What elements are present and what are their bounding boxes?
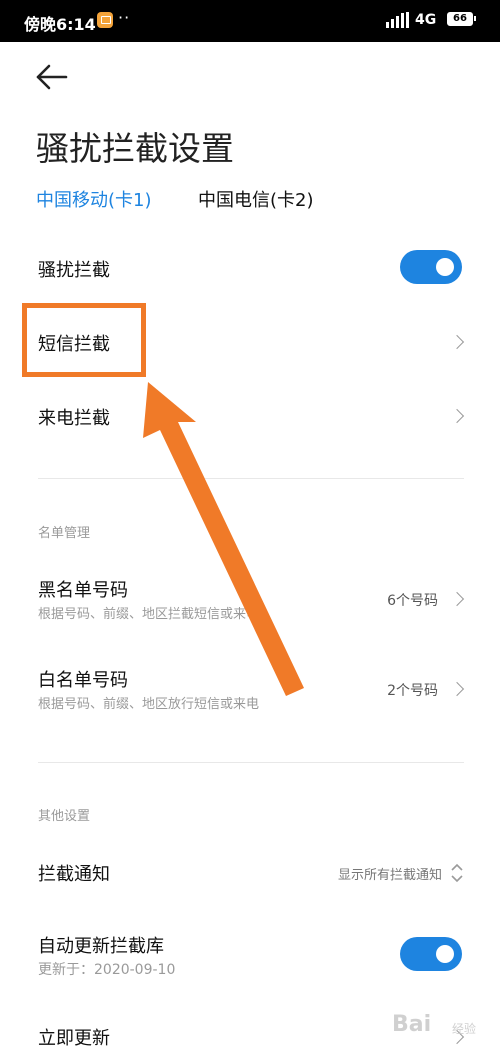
- chevron-right-icon: [449, 408, 465, 424]
- watermark: Bai 经验: [392, 1000, 498, 1050]
- chevron-right-icon: [449, 591, 465, 607]
- notification-dots: ··: [118, 8, 131, 27]
- battery-icon: 66: [447, 12, 476, 26]
- blacklist-count: 6个号码: [387, 593, 438, 609]
- auto-update-label: 自动更新拦截库: [38, 936, 164, 957]
- harass-block-row[interactable]: 骚扰拦截: [0, 244, 500, 290]
- section-title-list-management: 名单管理: [38, 526, 91, 541]
- status-time: 傍晚6:14: [24, 15, 96, 34]
- network-type: 4G: [415, 12, 437, 28]
- auto-update-date: 更新于：2020-09-10: [38, 962, 176, 978]
- blacklist-label: 黑名单号码: [38, 580, 128, 601]
- notification-app-icon: [97, 12, 113, 28]
- arrow-left-icon[interactable]: [34, 62, 70, 92]
- chevron-up-down-icon: [451, 863, 463, 883]
- watermark-logo: Bai: [392, 1012, 432, 1037]
- signal-icon: [386, 12, 409, 28]
- auto-update-toggle[interactable]: [400, 937, 462, 971]
- status-bar: 傍晚6:14 ·· 4G 66: [0, 0, 500, 42]
- highlight-box: [22, 303, 146, 377]
- watermark-sub: 经验: [452, 1022, 477, 1036]
- chevron-right-icon: [449, 334, 465, 350]
- divider: [38, 762, 464, 763]
- auto-update-row[interactable]: 自动更新拦截库 更新于：2020-09-10: [0, 926, 500, 984]
- block-notify-row[interactable]: 拦截通知 显示所有拦截通知: [0, 850, 500, 896]
- call-block-row[interactable]: 来电拦截: [0, 392, 500, 438]
- call-block-label: 来电拦截: [38, 408, 110, 429]
- page-title: 骚扰拦截设置: [36, 129, 234, 168]
- block-notify-value: 显示所有拦截通知: [337, 868, 442, 883]
- chevron-right-icon: [449, 681, 465, 697]
- blacklist-description: 根据号码、前缀、地区拦截短信或来电: [38, 607, 260, 622]
- whitelist-label: 白名单号码: [38, 670, 128, 691]
- update-now-label: 立即更新: [38, 1028, 110, 1049]
- tab-sim1[interactable]: 中国移动(卡1): [36, 186, 152, 212]
- whitelist-description: 根据号码、前缀、地区放行短信或来电: [38, 697, 260, 712]
- section-title-other-settings: 其他设置: [38, 809, 91, 824]
- divider: [38, 478, 464, 479]
- harass-block-label: 骚扰拦截: [38, 260, 110, 281]
- block-notify-label: 拦截通知: [38, 864, 110, 885]
- blacklist-row[interactable]: 黑名单号码 根据号码、前缀、地区拦截短信或来电 6个号码: [0, 570, 500, 628]
- whitelist-row[interactable]: 白名单号码 根据号码、前缀、地区放行短信或来电 2个号码: [0, 660, 500, 718]
- tab-sim2[interactable]: 中国电信(卡2): [198, 186, 314, 212]
- harass-block-toggle[interactable]: [400, 250, 462, 284]
- whitelist-count: 2个号码: [387, 683, 438, 699]
